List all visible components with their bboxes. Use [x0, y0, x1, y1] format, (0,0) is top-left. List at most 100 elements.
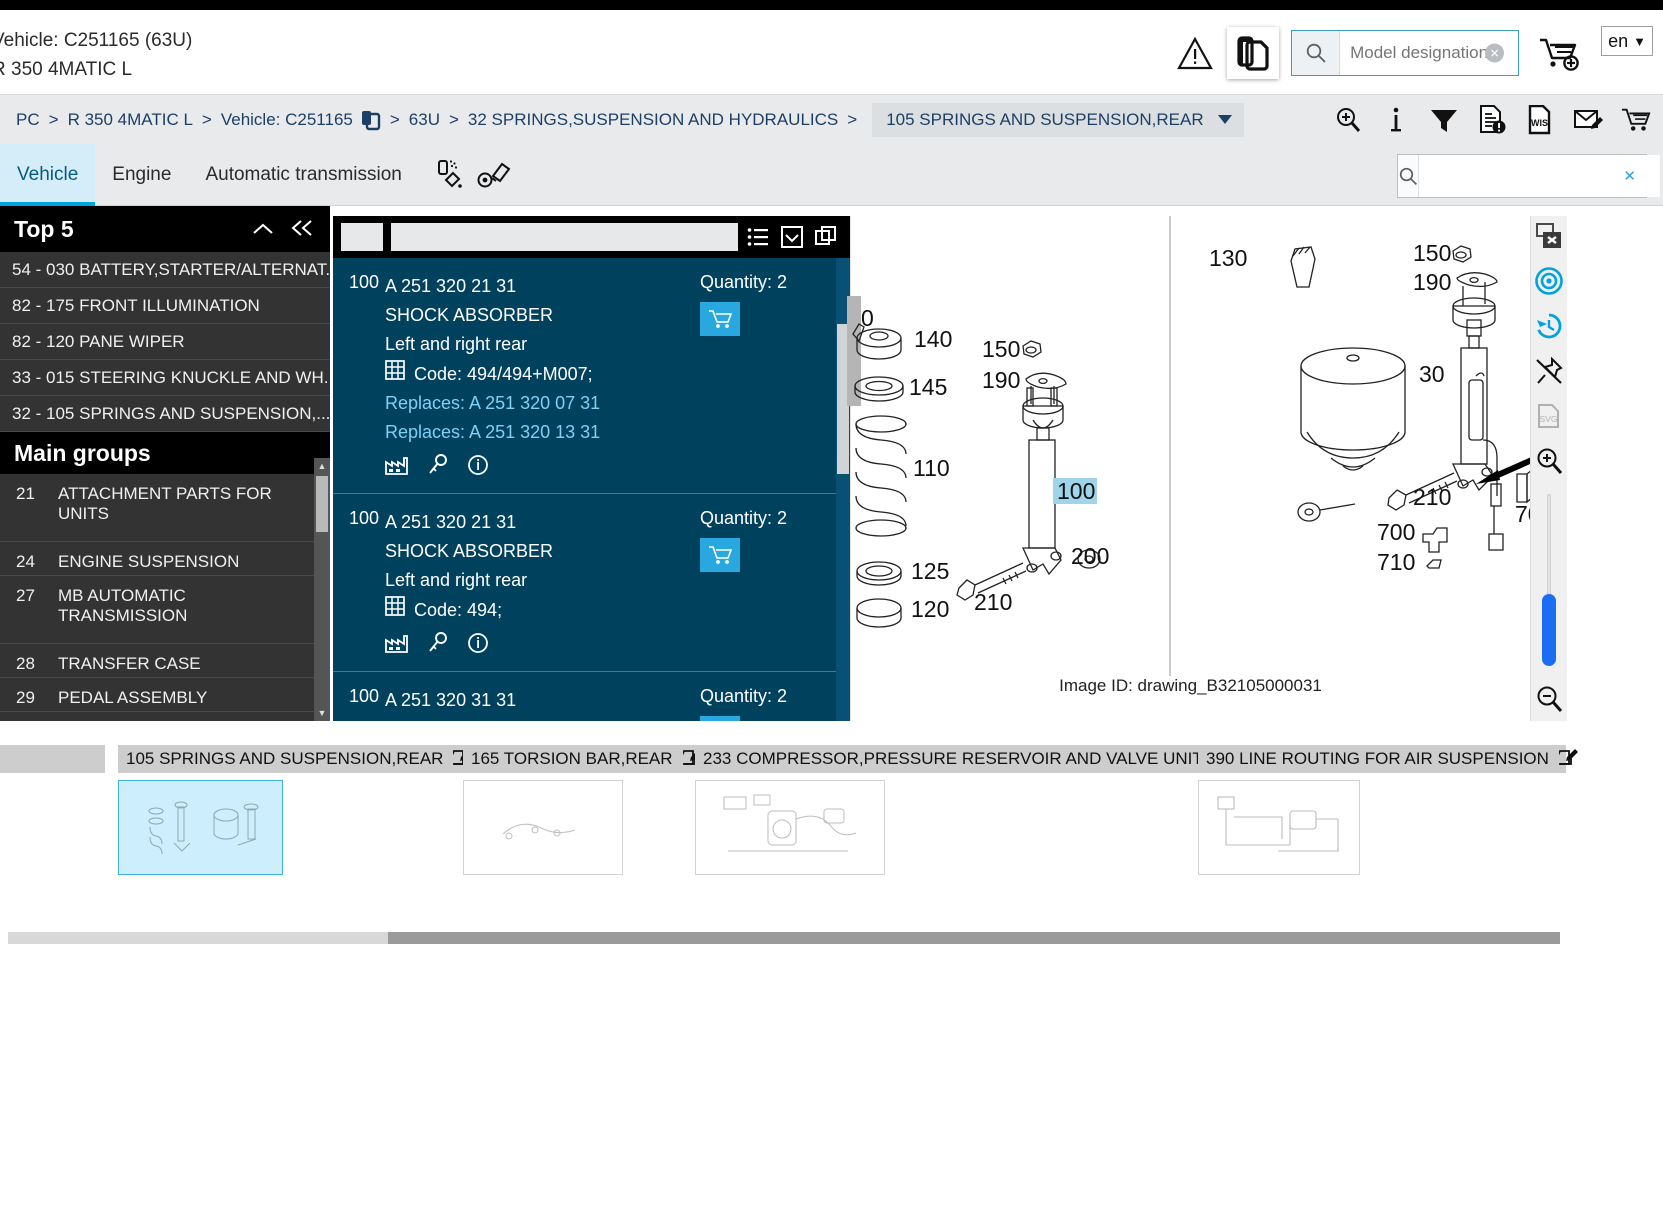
parts-search-box[interactable]: ✕ — [1397, 154, 1660, 198]
add-to-cart-icon[interactable] — [700, 302, 740, 336]
copy-vehicle-icon[interactable] — [361, 109, 381, 131]
factory-icon[interactable] — [385, 455, 409, 480]
tab-engine[interactable]: Engine — [95, 144, 188, 206]
part-actions — [385, 632, 700, 659]
thumbnail-image[interactable] — [1198, 780, 1360, 875]
tab-automatic-transmission[interactable]: Automatic transmission — [188, 144, 418, 206]
part-replaces-1[interactable]: Replaces: A 251 320 13 31 — [385, 418, 700, 447]
language-selector[interactable]: en ▼ — [1601, 26, 1653, 56]
edit-pencil-icon[interactable] — [1552, 747, 1578, 771]
sidebar-scrollbar[interactable]: ▲ ▼ — [314, 458, 330, 721]
breadcrumb-item-vehicle[interactable]: Vehicle: C251165 — [221, 110, 353, 130]
thumbnail-image[interactable] — [695, 780, 885, 875]
chevron-up-icon[interactable] — [252, 216, 274, 243]
list-view-icon[interactable] — [746, 225, 770, 249]
top5-item-4[interactable]: 32 - 105 SPRINGS AND SUSPENSION,... — [0, 396, 330, 432]
factory-icon[interactable] — [385, 633, 409, 658]
thumbnail-item[interactable]: AR,FRONT — [0, 745, 105, 875]
top5-item-label: 32 - 105 SPRINGS AND SUSPENSION,... — [12, 403, 330, 423]
search-icon[interactable] — [1292, 31, 1341, 75]
model-search-box[interactable]: ✕ — [1291, 30, 1520, 76]
table-row[interactable]: 100 A 251 320 21 31 SHOCK ABSORBER Left … — [333, 494, 850, 672]
key-icon[interactable] — [427, 454, 449, 481]
main-group-30[interactable]: 30 CONTROL — [0, 712, 330, 721]
thumbnail-item[interactable]: 390 LINE ROUTING FOR AIR SUSPENSION — [1198, 745, 1578, 875]
scroll-down-icon[interactable]: ▼ — [314, 705, 330, 721]
thumbnail-caption[interactable]: 390 LINE ROUTING FOR AIR SUSPENSION — [1198, 745, 1578, 773]
horizontal-scroll-thumb[interactable] — [388, 932, 1560, 944]
wis-document-icon[interactable]: WIS — [1525, 104, 1555, 135]
thumbnail-item[interactable]: 105 SPRINGS AND SUSPENSION,REAR — [118, 745, 473, 875]
drawing-viewer[interactable]: 140 145 110 125 120 150 190 200 210 0 10… — [847, 216, 1531, 721]
code-table-icon[interactable] — [385, 595, 405, 625]
top5-item-1[interactable]: 82 - 175 FRONT ILLUMINATION — [0, 288, 330, 324]
info-icon[interactable] — [1381, 105, 1411, 135]
application-window: Vehicle: C251165 (63U) R 350 4MATIC L Mo… — [0, 0, 1663, 1213]
info-circle-icon[interactable] — [467, 632, 489, 659]
key-icon[interactable] — [427, 632, 449, 659]
table-row[interactable]: 100 A 251 320 21 31 SHOCK ABSORBER Left … — [333, 258, 850, 494]
code-table-icon[interactable] — [385, 359, 405, 389]
filter-icon[interactable] — [1429, 105, 1459, 135]
paint-spray-icon[interactable] — [425, 152, 471, 198]
breadcrumb-item-63u[interactable]: 63U — [409, 110, 440, 130]
part-replaces-0[interactable]: Replaces: A 251 320 07 31 — [385, 389, 700, 418]
clear-search-icon[interactable]: ✕ — [1485, 43, 1505, 63]
thumbnail-caption[interactable]: 105 SPRINGS AND SUSPENSION,REAR — [118, 745, 473, 773]
double-chevron-left-icon[interactable] — [290, 216, 316, 243]
thumbnail-caption[interactable]: AR,FRONT — [0, 745, 105, 773]
info-circle-icon[interactable] — [467, 454, 489, 481]
zoom-out-icon[interactable] — [1533, 683, 1565, 715]
main-group-28[interactable]: 28 TRANSFER CASE — [0, 644, 330, 678]
top5-item-3[interactable]: 33 - 015 STEERING KNUCKLE AND WH... — [0, 360, 330, 396]
main-group-27[interactable]: 27 MB AUTOMATIC TRANSMISSION — [0, 576, 330, 644]
zoom-slider-knob[interactable] — [1542, 594, 1556, 666]
shopping-cart-icon[interactable] — [1621, 105, 1651, 135]
duplicate-window-icon[interactable] — [814, 225, 838, 249]
parts-filter-field[interactable] — [391, 223, 738, 251]
warning-triangle-icon[interactable] — [1169, 27, 1221, 79]
zoom-in-icon[interactable] — [1533, 445, 1565, 477]
zoom-slider[interactable] — [1542, 494, 1556, 666]
diagram-label-30: 30 — [1419, 361, 1445, 387]
top5-item-0[interactable]: 54 - 030 BATTERY,STARTER/ALTERNAT... — [0, 252, 330, 288]
breadcrumb-item-pc[interactable]: PC — [16, 110, 40, 130]
breadcrumb-selected-dropdown[interactable]: 105 SPRINGS AND SUSPENSION,REAR — [872, 102, 1244, 137]
target-icon[interactable] — [1533, 265, 1565, 297]
clear-search-icon[interactable]: ✕ — [1623, 167, 1636, 185]
history-undo-icon[interactable] — [1533, 310, 1565, 342]
close-window-icon[interactable] — [1533, 220, 1565, 252]
model-search-field[interactable]: ✕ — [1340, 31, 1519, 75]
mail-edit-icon[interactable] — [1573, 105, 1603, 135]
unpin-icon[interactable] — [1533, 355, 1565, 387]
main-group-24[interactable]: 24 ENGINE SUSPENSION — [0, 542, 330, 576]
tab-vehicle[interactable]: Vehicle — [0, 143, 96, 206]
add-to-cart-icon[interactable] — [700, 538, 740, 572]
document-alert-icon[interactable] — [1477, 104, 1507, 135]
sidebar-scroll-thumb[interactable] — [316, 476, 328, 532]
search-icon[interactable] — [1398, 155, 1419, 197]
add-to-cart-icon[interactable] — [1533, 27, 1589, 79]
top5-item-2[interactable]: 82 - 120 PANE WIPER — [0, 324, 330, 360]
thumbnail-item[interactable]: 165 TORSION BAR,REAR — [463, 745, 702, 875]
expand-view-icon[interactable] — [780, 225, 804, 249]
copy-documents-icon[interactable] — [1227, 27, 1280, 79]
zoom-in-icon[interactable] — [1333, 105, 1363, 135]
thumbnail-horizontal-scrollbar[interactable] — [8, 932, 1560, 944]
thumbnail-caption[interactable]: 233 COMPRESSOR,PRESSURE RESERVOIR AND VA… — [695, 745, 1232, 773]
breadcrumb-item-group[interactable]: 32 SPRINGS,SUSPENSION AND HYDRAULICS — [468, 110, 838, 130]
thumbnail-image-selected[interactable] — [118, 780, 283, 875]
parts-filter-cell[interactable] — [341, 223, 383, 251]
thumbnail-item[interactable]: 233 COMPRESSOR,PRESSURE RESERVOIR AND VA… — [695, 745, 1232, 875]
scroll-up-icon[interactable]: ▲ — [314, 458, 330, 474]
breadcrumb-item-model[interactable]: R 350 4MATIC L — [68, 110, 193, 130]
thumbnail-image[interactable] — [463, 780, 623, 875]
wheel-bolt-icon[interactable] — [471, 152, 517, 198]
add-to-cart-icon[interactable] — [700, 716, 740, 721]
table-row[interactable]: 100 A 251 320 31 31 SHOCK ABSORBER Quant… — [333, 672, 850, 721]
main-group-29[interactable]: 29 PEDAL ASSEMBLY — [0, 678, 330, 712]
image-id-caption: Image ID: drawing_B32105000031 — [1059, 676, 1322, 695]
part-quantity: Quantity: 2 — [700, 272, 788, 292]
thumbnail-caption[interactable]: 165 TORSION BAR,REAR — [463, 745, 702, 773]
main-group-21[interactable]: 21 ATTACHMENT PARTS FOR UNITS — [0, 474, 330, 542]
